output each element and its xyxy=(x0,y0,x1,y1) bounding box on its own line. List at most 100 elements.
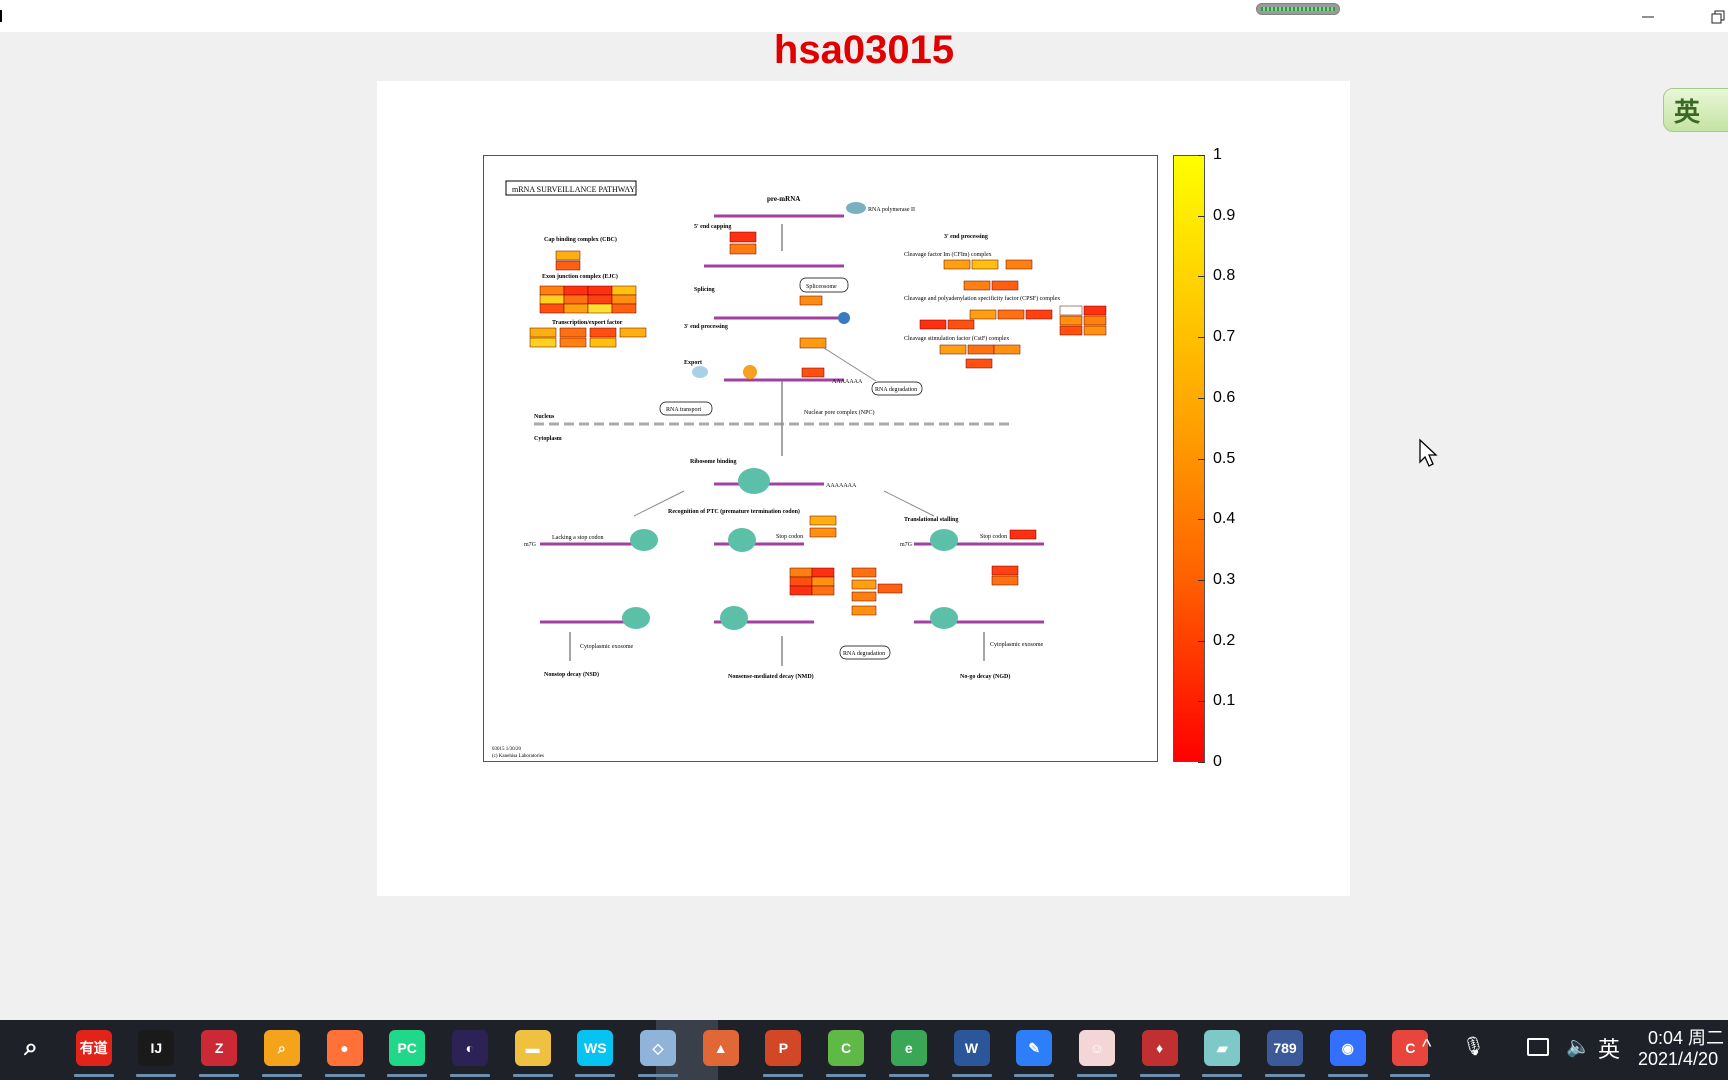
intellij-icon[interactable]: IJ xyxy=(138,1030,175,1066)
clock-date[interactable]: 2021/4/20 xyxy=(1638,1049,1718,1070)
taskbar-running-indicator xyxy=(1202,1074,1243,1077)
taskbar-running-indicator xyxy=(826,1074,867,1077)
taskbar-running-indicator xyxy=(1076,1074,1117,1077)
notes-icon[interactable]: ▰ xyxy=(1204,1030,1241,1066)
colorbar-tick-label: 0.8 xyxy=(1213,267,1236,285)
tray-expand-icon[interactable]: ^ xyxy=(1422,1036,1431,1059)
label-m7g-left: m7G xyxy=(524,542,537,548)
colorbar-tick-mark xyxy=(1198,337,1205,339)
label-ejc: Exon junction complex (EJC) xyxy=(542,273,618,280)
protein-blob xyxy=(838,312,850,324)
colorbar-tick-label: 1 xyxy=(1213,146,1222,163)
word-icon[interactable]: W xyxy=(953,1030,990,1066)
zotero-icon[interactable]: Z xyxy=(201,1030,238,1066)
ribosome-icon xyxy=(930,529,958,551)
flow-arrow xyxy=(823,347,877,382)
tef-gene-grid xyxy=(529,327,647,348)
taskbar-running-indicator xyxy=(136,1074,177,1077)
label-stop-codon-mid: Stop codon xyxy=(776,534,803,540)
taskbar-running-indicator xyxy=(888,1074,929,1077)
virtualbox-icon[interactable]: ◇ xyxy=(640,1030,676,1066)
colorbar-tick-mark xyxy=(1198,762,1205,763)
taskbar-running-indicator xyxy=(638,1074,678,1077)
label-capping: 5' end capping xyxy=(694,224,731,230)
explorer-icon[interactable]: ▬ xyxy=(514,1030,551,1066)
input-language-indicator[interactable]: 英 xyxy=(1598,1032,1620,1064)
colorbar-tick-mark xyxy=(1198,458,1205,460)
label-pre-mrna: pre-mRNA xyxy=(767,195,800,203)
colorbar-tick-label: 0.7 xyxy=(1213,328,1236,346)
feishu-icon[interactable]: ◉ xyxy=(1329,1030,1366,1066)
microphone-icon[interactable]: 🎙 xyxy=(1462,1036,1485,1057)
kegg-pathway-map: mRNA SURVEILLANCE PATHWAY pre-mRNA RNA p… xyxy=(492,180,1107,759)
clock-time[interactable]: 0:04 周二 xyxy=(1648,1024,1724,1050)
volume-icon[interactable]: 🔈 xyxy=(1566,1034,1591,1059)
ribosome-icon xyxy=(930,607,958,629)
gene-box xyxy=(555,250,581,261)
search-icon[interactable]: ⌕ xyxy=(13,1030,49,1066)
restore-button[interactable] xyxy=(1698,4,1728,30)
label-cytoplasm: Cytoplasm xyxy=(534,436,562,442)
colorbar-tick-label: 0.5 xyxy=(1213,449,1236,467)
app-789-icon[interactable]: 789 xyxy=(1267,1030,1303,1066)
label-npc: Nuclear pore complex (NPC) xyxy=(804,409,874,416)
gene-box xyxy=(729,243,757,255)
colorbar-tick-mark xyxy=(1198,519,1205,521)
taskbar-running-indicator xyxy=(951,1074,992,1077)
everything-icon[interactable]: ⌕ xyxy=(263,1030,300,1066)
label-ngd: No-go decay (NGD) xyxy=(960,673,1010,680)
gene-box xyxy=(555,260,581,271)
gene-box xyxy=(801,367,825,378)
network-icon[interactable] xyxy=(1527,1038,1549,1056)
label-splicing: Splicing xyxy=(694,287,715,293)
taskbar-running-indicator xyxy=(1139,1074,1180,1077)
pen-icon[interactable]: ✎ xyxy=(1016,1030,1053,1066)
label-lacking-stop: Lacking a stop codon xyxy=(552,535,604,541)
colorbar-tick-mark xyxy=(1198,215,1205,217)
gene-box xyxy=(799,337,827,349)
taskbar-running-indicator xyxy=(73,1074,114,1077)
label-translational-stalling: Translational stalling xyxy=(904,517,958,523)
gene-box xyxy=(799,295,823,306)
pycharm-icon[interactable]: PC xyxy=(389,1030,426,1066)
pathway-image-axes[interactable]: mRNA SURVEILLANCE PATHWAY pre-mRNA RNA p… xyxy=(483,155,1158,762)
matlab-icon[interactable]: ▲ xyxy=(702,1030,739,1066)
taskbar-running-indicator xyxy=(1327,1074,1368,1077)
label-degradation-2: RNA degradation xyxy=(843,651,885,657)
gene-box xyxy=(991,575,1019,586)
eclipse-icon[interactable]: ◐ xyxy=(451,1030,488,1066)
colorbar-tick-mark xyxy=(1198,640,1205,642)
label-ptc: Recognition of PTC (premature terminatio… xyxy=(668,508,800,515)
cstf-gene-row xyxy=(939,344,1021,369)
camtasia-icon[interactable]: C xyxy=(828,1030,865,1066)
label-cbc: Cap binding complex (CBC) xyxy=(544,236,617,243)
label-nmd: Nonsense-mediated decay (NMD) xyxy=(728,673,814,680)
label-cyto-exosome-right: Cytoplasmic exosome xyxy=(990,642,1043,648)
minimize-button[interactable] xyxy=(1628,4,1668,30)
rna-polymerase-icon xyxy=(846,202,866,214)
colorbar-tick-label: 0.6 xyxy=(1213,388,1236,406)
powerpoint-icon[interactable]: P xyxy=(765,1030,802,1066)
ribosome-icon xyxy=(630,529,658,551)
colorbar-tick-mark xyxy=(1198,276,1205,278)
ime-floating-badge[interactable]: 英 xyxy=(1663,88,1728,132)
youdao-icon[interactable]: 有道 xyxy=(75,1030,112,1066)
label-nsd: Nonstop decay (NSD) xyxy=(544,671,599,678)
webstorm-icon[interactable]: WS xyxy=(577,1030,614,1066)
firefox-icon[interactable]: ● xyxy=(326,1030,363,1066)
colorbar-tick-label: 0.3 xyxy=(1213,570,1236,588)
ribosome-icon xyxy=(720,606,748,630)
browser-icon[interactable]: e xyxy=(890,1030,927,1066)
colorbar-tick-label: 0.2 xyxy=(1213,631,1236,649)
progress-indicator xyxy=(1256,3,1340,15)
taskbar-running-indicator xyxy=(763,1074,804,1077)
label-cleavage-factor: Cleavage factor Im (CFIm) complex xyxy=(904,251,992,258)
mouse-cursor-icon xyxy=(1419,438,1438,467)
gene-box xyxy=(991,565,1019,576)
taskbar-running-indicator xyxy=(512,1074,553,1077)
hero-icon[interactable]: ♦ xyxy=(1141,1030,1178,1066)
label-rna-transport: RNA transport xyxy=(666,407,701,413)
colorbar-tick-label: 0.4 xyxy=(1213,510,1236,528)
label-degradation: RNA degradation xyxy=(875,387,917,393)
avatar-icon[interactable]: ☺ xyxy=(1078,1030,1115,1066)
